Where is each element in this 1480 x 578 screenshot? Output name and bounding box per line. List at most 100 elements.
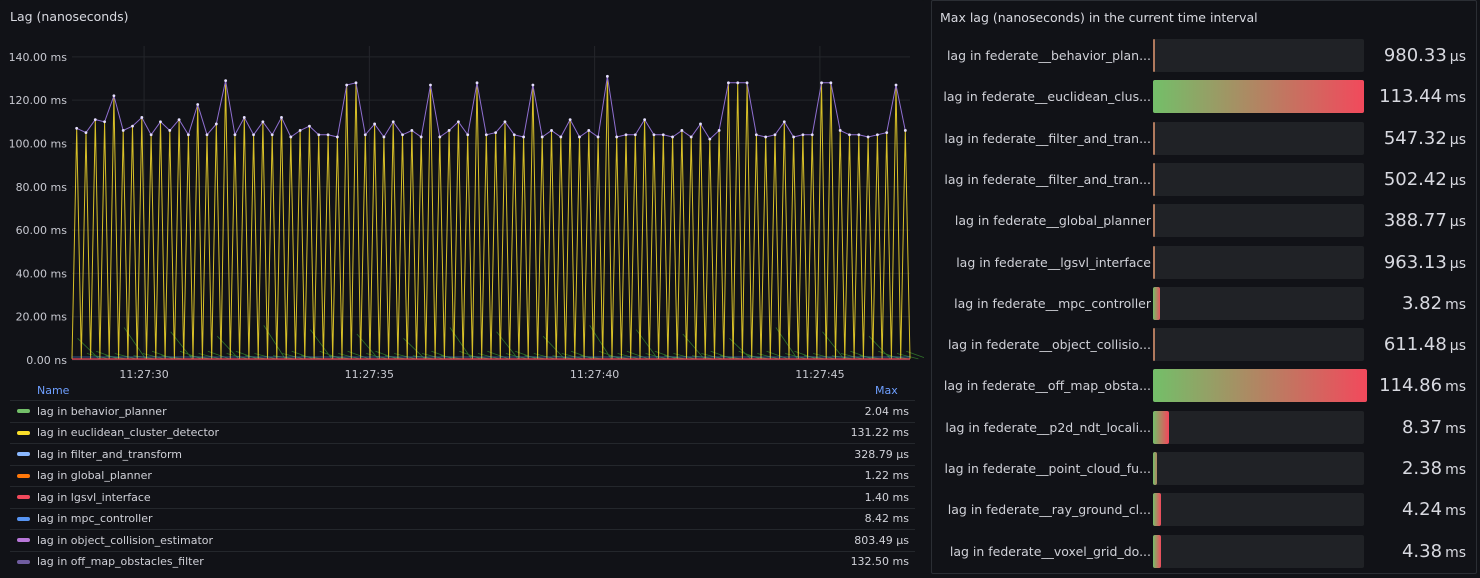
legend-series-max: 2.04 ms [864,404,909,418]
legend-series-name[interactable]: lag in filter_and_transform [37,448,795,461]
data-point [699,122,702,126]
data-point [652,133,656,137]
legend-series-name[interactable]: lag in object_collision_estimator [37,534,795,547]
bar-value-number: 502.42 [1383,168,1447,190]
legend-series-name[interactable]: lag in global_planner [37,469,795,482]
bar-value: 4.24 ms [1402,499,1466,520]
legend-row[interactable]: lag in off_map_obstacles_filter 132.50 ms [10,550,915,573]
bar-gauge-row: lag in federate__point_cloud_fu... 2.38 ms [932,452,1476,486]
legend-row[interactable]: lag in lgsvl_interface 1.40 ms [10,486,915,508]
data-point [727,81,730,85]
bar-gauge-row: lag in federate__ray_ground_cl... 4.24 ms [932,493,1476,527]
data-point [820,81,823,85]
panel-title[interactable]: Lag (nanoseconds) [10,9,129,24]
legend-series-name[interactable]: lag in lgsvl_interface [37,491,795,504]
x-tick-label: 11:27:30 [119,368,168,380]
legend-row[interactable]: lag in mpc_controller 8.42 ms [10,507,915,530]
legend-max-header[interactable]: Max [875,384,898,397]
bar-value-unit: µs [1449,338,1466,355]
series-color-swatch[interactable] [17,516,30,521]
legend-row[interactable]: lag in filter_and_transform 328.79 µs [10,443,915,465]
data-point [689,135,693,139]
bar-value-unit: µs [1449,255,1466,272]
data-point [401,133,404,137]
bar-track [1153,80,1365,114]
data-point [429,83,432,87]
legend-series-name[interactable]: lag in off_map_obstacles_filter [37,555,795,568]
bar-value: 114.86 ms [1379,375,1466,396]
series-color-swatch[interactable] [17,495,30,500]
data-point [717,129,721,132]
data-point [270,133,274,137]
bar-value-number: 4.24 [1401,499,1443,521]
bar-value-number: 113.44 [1379,86,1443,108]
data-point [177,118,181,122]
bar-track [1153,493,1364,527]
legend-row[interactable]: lag in global_planner 1.22 ms [10,464,915,487]
data-point [894,83,898,87]
legend-series-name[interactable]: lag in mpc_controller [37,512,795,525]
data-point [568,118,572,122]
bar-fill [1153,452,1158,485]
data-point [475,81,479,85]
data-point [103,120,106,124]
bar-gauge-row: lag in federate__euclidean_clus... 113.44… [932,80,1476,114]
data-point [503,120,507,124]
data-point [289,135,293,139]
bar-gauge-row: lag in federate__off_map_obsta... 114.86 m… [932,369,1476,403]
x-tick-label: 11:27:40 [570,368,619,380]
legend-row[interactable]: lag in behavior_planner 2.04 ms [10,400,915,422]
series-color-swatch[interactable] [17,473,30,478]
series-color-swatch[interactable] [17,559,30,564]
bar-value-unit: ms [1445,544,1466,561]
data-point [373,122,377,126]
data-point [93,118,97,122]
legend-row[interactable]: lag in euclidean_cluster_detector 131.22 … [10,421,915,444]
data-point [447,129,451,132]
data-point [578,135,581,139]
bar-value-unit: ms [1445,296,1466,313]
data-point [233,133,237,137]
series-color-swatch[interactable] [17,409,30,414]
data-point [84,131,88,135]
data-point [382,135,386,139]
bar-gauge-row: lag in federate__mpc_controller 3.82 ms [932,286,1476,321]
bar-value-unit: ms [1445,420,1466,437]
data-point [335,135,339,139]
data-point [745,81,749,85]
bar-gauge-row: lag in federate__voxel_grid_do... 4.38 ms [932,534,1476,569]
data-point [391,120,395,124]
data-point [531,83,535,87]
lag-line-chart[interactable]: 0.00 ns 20.00 ms 40.00 ms 60.00 ms 80.00 ms 1… [0,40,924,380]
bar-value-unit: µs [1449,49,1466,65]
legend-name-header[interactable]: Name [37,384,69,397]
data-point [196,103,200,106]
bar-fill [1153,204,1155,238]
legend-series-name[interactable]: lag in euclidean_cluster_detector [37,426,795,439]
y-tick-label: 40.00 ms [16,267,68,280]
bar-value-number: 4.38 [1401,540,1443,562]
bar-gauge-row: lag in federate__p2d_ndt_locali... 8.37 ms [932,410,1476,445]
data-point [159,120,162,124]
bar-track [1153,369,1367,403]
data-point [754,133,758,137]
bar-value-number: 8.37 [1401,416,1443,438]
data-point [522,135,525,139]
series-color-swatch[interactable] [17,538,30,543]
legend-row[interactable]: lag in object_collision_estimator 803.49 … [10,529,915,551]
data-point [671,135,674,139]
legend-series-name[interactable]: lag in behavior_planner [37,405,795,418]
series-color-swatch[interactable] [17,430,30,435]
bar-label: lag in federate__euclidean_clus... [943,89,1151,105]
data-point [252,133,255,137]
bar-track [1153,452,1364,485]
series-color-swatch[interactable] [17,452,30,457]
panel-title[interactable]: Max lag (nanoseconds) in the current tim… [940,10,1258,25]
bar-value-unit: ms [1445,379,1466,396]
data-point [661,133,665,137]
data-point [298,129,302,132]
data-point [801,133,805,137]
bar-value-unit: ms [1445,90,1466,107]
data-point [559,135,563,139]
data-point [354,81,358,85]
